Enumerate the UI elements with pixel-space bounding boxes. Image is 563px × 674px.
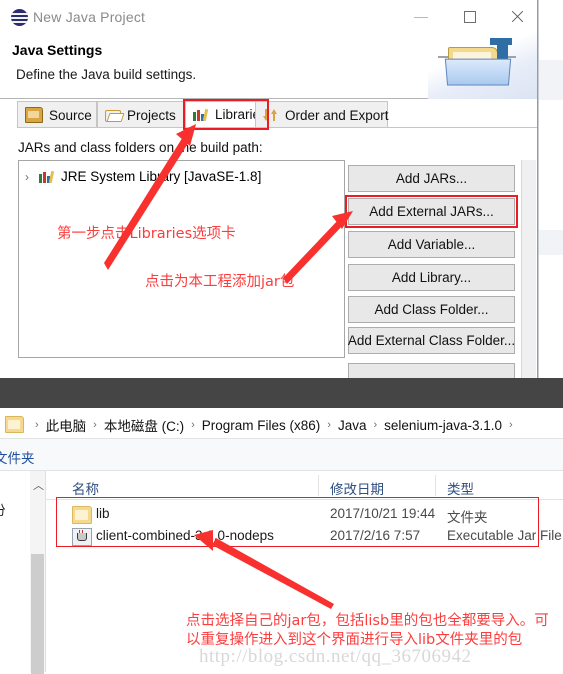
breadcrumb-item-4[interactable]: selenium-java-3.1.0 [384,418,502,433]
annotation-step2: 点击为本工程添加jar包 [145,274,295,290]
add-external-class-folder-button[interactable]: Add External Class Folder... [348,327,515,354]
add-external-jars-highlight [345,195,518,228]
annotation-step1: 第一步点击Libraries选项卡 [57,226,236,242]
column-header-name[interactable]: 名称 [72,478,99,498]
explorer-toolbar: 文件夹 [0,439,563,471]
breadcrumb-item-1[interactable]: 本地磁盘 (C:) [104,415,184,435]
tab-underline [17,127,537,128]
dark-separator-bar [0,378,563,408]
column-header-type[interactable]: 类型 [447,478,474,498]
java-folder-banner-icon [428,33,537,99]
breadcrumb-separator: › [327,419,331,431]
add-class-folder-button[interactable]: Add Class Folder... [348,296,515,323]
close-button[interactable] [495,0,537,33]
breadcrumb-item-2[interactable]: Program Files (x86) [202,418,321,433]
breadcrumb-separator: › [93,419,97,431]
tree-item-label: JRE System Library [JavaSE-1.8] [61,169,262,184]
partially-visible-button[interactable] [348,363,515,378]
books-icon [39,170,56,184]
chevron-up-icon[interactable]: ︿ [33,477,44,493]
add-jars-button[interactable]: Add JARs... [348,165,515,192]
breadcrumb-item-3[interactable]: Java [338,418,367,433]
file-list-header: 名称 修改日期 类型 [46,471,563,500]
window-title: New Java Project [33,9,146,25]
scrollbar-thumb[interactable] [31,554,44,674]
tab-projects-label: Projects [127,107,176,123]
panel-scrollbar[interactable] [521,160,536,378]
breadcrumb-separator: › [191,419,195,431]
nav-item-label[interactable]: 份 [0,499,6,519]
new-java-project-dialog: New Java Project Java Settings Define th… [0,0,538,378]
maximize-button[interactable] [449,0,494,33]
new-folder-button[interactable]: 文件夹 [0,447,35,467]
column-divider[interactable] [435,475,436,496]
tree-item-jre-system-library[interactable]: › JRE System Library [JavaSE-1.8] [25,169,261,184]
address-bar[interactable]: › 此电脑 › 本地磁盘 (C:) › Program Files (x86) … [0,408,563,439]
window-title-bar: New Java Project [0,0,537,36]
add-library-button[interactable]: Add Library... [348,264,515,291]
chevron-right-icon[interactable]: › [25,170,39,184]
tab-projects[interactable]: Projects [97,101,185,128]
column-divider[interactable] [318,475,319,496]
breadcrumb[interactable]: › 此电脑 › 本地磁盘 (C:) › Program Files (x86) … [28,415,520,435]
tab-source-label: Source [49,107,92,123]
build-path-label: JARs and class folders on the build path… [18,140,263,155]
watermark: http://blog.csdn.net/qq_36706942 [199,646,472,667]
page-title: Java Settings [12,42,103,58]
annotation-step3: 点击选择自己的jar包，包括lisb里的包也全都要导入。可以重复操作进入到这个界… [186,613,549,648]
source-folder-icon [25,107,43,123]
background-window-edge [538,0,563,378]
page-subtitle: Define the Java build settings. [16,67,197,82]
breadcrumb-separator: › [373,419,378,431]
tab-order-label: Order and Export [285,107,389,123]
folder-icon [5,416,24,433]
file-list-highlight [56,497,539,547]
column-header-date[interactable]: 修改日期 [330,478,384,498]
tab-source[interactable]: Source [17,101,97,128]
wizard-banner: Java Settings Define the Java build sett… [0,33,537,99]
tab-bar: Source Projects Libraries Order and Expo… [0,99,537,128]
libraries-tab-highlight [183,99,269,130]
open-folder-icon [105,108,121,122]
tab-order-and-export[interactable]: Order and Export [255,101,389,128]
breadcrumb-item-0[interactable]: 此电脑 [46,415,87,435]
breadcrumb-separator: › [508,419,513,431]
build-path-tree[interactable]: › JRE System Library [JavaSE-1.8] [18,160,345,358]
breadcrumb-separator: › [35,419,39,431]
eclipse-icon [11,9,28,26]
minimize-button[interactable] [400,0,445,33]
navigation-pane[interactable]: 份 [0,471,30,672]
nav-pane-scrollbar[interactable]: ︿ [30,471,46,674]
add-variable-button[interactable]: Add Variable... [348,231,515,258]
